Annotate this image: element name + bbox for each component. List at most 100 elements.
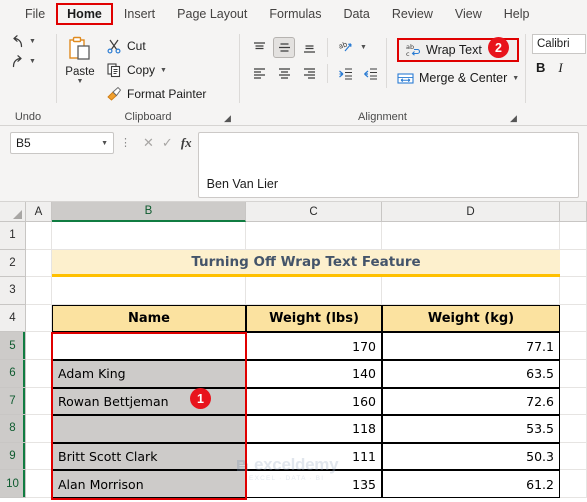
cell-lbs-row8[interactable]: 118	[246, 415, 382, 443]
orientation-dropdown-caret[interactable]: ▼	[360, 44, 367, 51]
alignment-dialog-launcher-icon[interactable]: ◢	[510, 113, 521, 124]
cell-c3[interactable]	[246, 277, 382, 305]
cell-e2[interactable]	[560, 249, 587, 278]
cell-e9[interactable]	[560, 442, 587, 471]
cell-b3[interactable]	[52, 277, 246, 305]
name-box[interactable]: B5 ▼	[10, 132, 114, 154]
row-header-8[interactable]: 8	[0, 415, 25, 443]
column-header-d[interactable]: D	[382, 202, 560, 221]
cell-lbs-row5[interactable]: 170	[246, 332, 382, 360]
cell-a5[interactable]	[26, 332, 52, 360]
cell-a2[interactable]	[26, 249, 52, 278]
cell-b1[interactable]	[52, 222, 246, 250]
cell-kg-row7[interactable]: 72.6	[382, 387, 560, 416]
row-header-2[interactable]: 2	[0, 249, 25, 278]
orientation-button[interactable]: ab	[335, 37, 357, 58]
paste-dropdown-caret[interactable]: ▼	[77, 78, 84, 85]
column-header-b[interactable]: B	[52, 202, 246, 222]
cell-name-row10[interactable]: Alan Morrison	[52, 470, 246, 498]
merge-dropdown-caret[interactable]: ▼	[512, 75, 519, 82]
cell-kg-row6[interactable]: 63.5	[382, 359, 560, 388]
tab-home[interactable]: Home	[56, 3, 113, 25]
row-header-1[interactable]: 1	[0, 222, 25, 250]
row-header-4[interactable]: 4	[0, 304, 25, 333]
cell-lbs-row10[interactable]: 135	[246, 470, 382, 498]
cell-name-row7[interactable]: Rowan Bettjeman	[52, 387, 246, 416]
cell-kg-row10[interactable]: 61.2	[382, 470, 560, 498]
cell-name-row6[interactable]: Adam King	[52, 359, 246, 388]
redo-dropdown-caret[interactable]: ▼	[29, 58, 36, 65]
column-header-a[interactable]: A	[26, 202, 52, 221]
bold-button[interactable]: B	[536, 60, 545, 76]
align-bottom-button[interactable]	[298, 37, 320, 58]
cell-c1[interactable]	[246, 222, 382, 250]
table-header-weight-lbs[interactable]: Weight (lbs)	[246, 304, 382, 333]
enter-icon[interactable]: ✓	[162, 135, 173, 151]
cell-kg-row8[interactable]: 53.5	[382, 415, 560, 443]
row-header-5[interactable]: 5	[0, 332, 25, 360]
select-all-corner[interactable]	[0, 202, 26, 221]
italic-button[interactable]: I	[558, 60, 562, 76]
tab-insert[interactable]: Insert	[113, 3, 166, 25]
column-header-e[interactable]	[560, 202, 587, 221]
align-right-button[interactable]	[298, 63, 320, 84]
align-center-button[interactable]	[273, 63, 295, 84]
table-header-weight-kg[interactable]: Weight (kg)	[382, 304, 560, 333]
cell-e10[interactable]	[560, 470, 587, 498]
format-painter-button[interactable]: Format Painter	[106, 84, 206, 104]
align-top-button[interactable]	[248, 37, 270, 58]
cell-name-row8[interactable]	[52, 415, 246, 443]
tab-page-layout[interactable]: Page Layout	[166, 3, 258, 25]
cell-a7[interactable]	[26, 387, 52, 416]
cell-d3[interactable]	[382, 277, 560, 305]
cell-name-row5[interactable]	[52, 332, 246, 360]
copy-dropdown-caret[interactable]: ▼	[160, 67, 167, 74]
increase-indent-button[interactable]	[360, 63, 382, 84]
cell-a9[interactable]	[26, 442, 52, 471]
insert-function-icon[interactable]: fx	[181, 135, 192, 151]
paste-button[interactable]: Paste ▼	[57, 33, 103, 85]
cell-a6[interactable]	[26, 359, 52, 388]
merge-and-center-button[interactable]: Merge & Center ▼	[397, 67, 519, 89]
cell-e4[interactable]	[560, 304, 587, 333]
cell-kg-row5[interactable]: 77.1	[382, 332, 560, 360]
decrease-indent-button[interactable]	[335, 63, 357, 84]
tab-file[interactable]: File	[14, 3, 56, 25]
redo-button[interactable]: ▼	[9, 53, 36, 70]
cell-name-row9[interactable]: Britt Scott Clark	[52, 442, 246, 471]
column-header-c[interactable]: C	[246, 202, 382, 221]
undo-button[interactable]: ▼	[9, 33, 36, 50]
cell-e5[interactable]	[560, 332, 587, 360]
cell-e7[interactable]	[560, 387, 587, 416]
row-header-9[interactable]: 9	[0, 442, 25, 471]
align-left-button[interactable]	[248, 63, 270, 84]
cell-a8[interactable]	[26, 415, 52, 443]
cell-d1[interactable]	[382, 222, 560, 250]
cell-e3[interactable]	[560, 277, 587, 305]
tab-data[interactable]: Data	[332, 3, 380, 25]
tab-formulas[interactable]: Formulas	[258, 3, 332, 25]
align-middle-button[interactable]	[273, 37, 295, 58]
copy-button[interactable]: Copy ▼	[106, 60, 206, 80]
row-header-10[interactable]: 10	[0, 470, 25, 498]
cell-lbs-row9[interactable]: 111	[246, 442, 382, 471]
cell-e6[interactable]	[560, 359, 587, 388]
tab-view[interactable]: View	[444, 3, 493, 25]
sheet-title-cell[interactable]: Turning Off Wrap Text Feature	[52, 249, 560, 278]
cell-a1[interactable]	[26, 222, 52, 250]
font-name-input[interactable]: Calibri	[532, 34, 586, 54]
undo-dropdown-caret[interactable]: ▼	[29, 38, 36, 45]
cell-e8[interactable]	[560, 415, 587, 443]
cancel-icon[interactable]: ✕	[143, 135, 154, 151]
tab-help[interactable]: Help	[493, 3, 541, 25]
row-header-7[interactable]: 7	[0, 387, 25, 416]
clipboard-dialog-launcher-icon[interactable]: ◢	[224, 113, 235, 124]
table-header-name[interactable]: Name	[52, 304, 246, 333]
cell-kg-row9[interactable]: 50.3	[382, 442, 560, 471]
tab-review[interactable]: Review	[381, 3, 444, 25]
cell-e1[interactable]	[560, 222, 587, 250]
row-header-6[interactable]: 6	[0, 359, 25, 388]
cell-lbs-row7[interactable]: 160	[246, 387, 382, 416]
cell-a4[interactable]	[26, 304, 52, 333]
name-box-caret-icon[interactable]: ▼	[101, 140, 108, 147]
